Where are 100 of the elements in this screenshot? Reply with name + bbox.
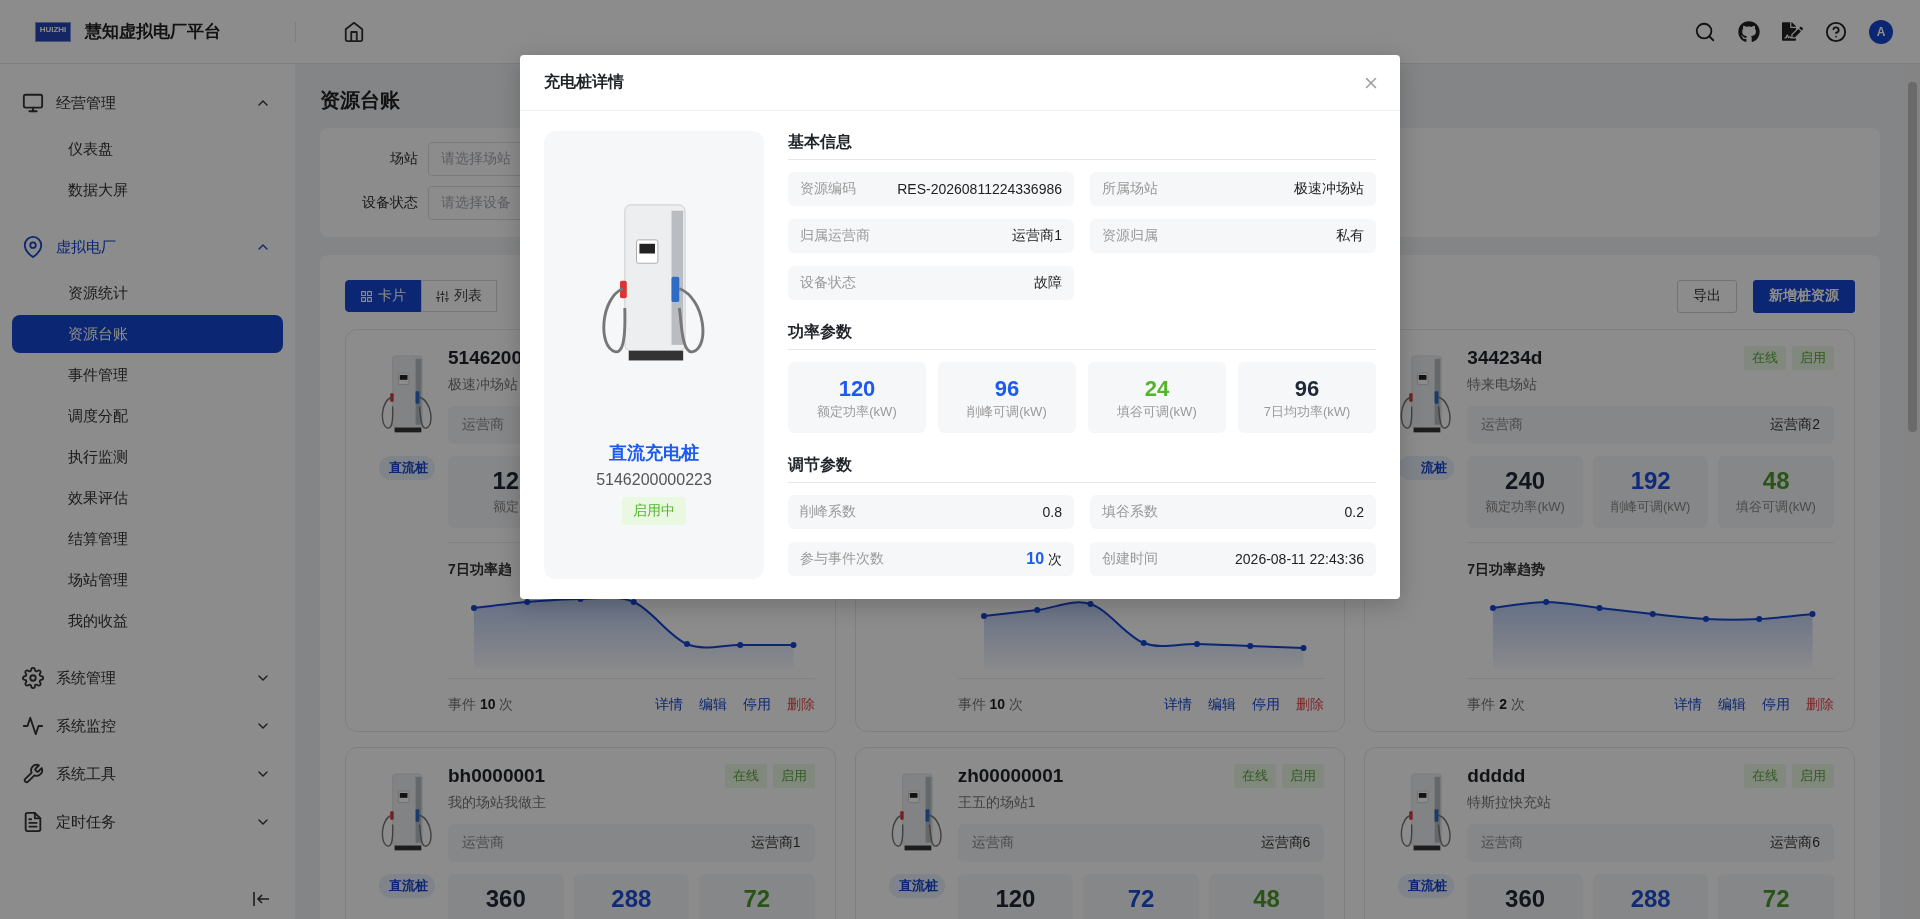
- info-label: 参与事件次数: [800, 550, 884, 568]
- stat-value: 72: [743, 884, 771, 914]
- action-link[interactable]: 详情: [1164, 696, 1193, 714]
- action-link[interactable]: 删除: [786, 696, 815, 714]
- stat-value: 72: [1762, 884, 1790, 914]
- sidebar-group[interactable]: 经营管理: [0, 79, 295, 127]
- collapse-sidebar-icon[interactable]: [251, 889, 271, 909]
- operator-label: 运营商: [462, 834, 504, 852]
- stat-value: 96: [994, 374, 1020, 403]
- info-label: 创建时间: [1102, 550, 1158, 568]
- activity-icon: [22, 715, 44, 737]
- stat-value: 12: [492, 466, 520, 496]
- operator-value: 运营商1: [750, 834, 801, 852]
- action-link[interactable]: 详情: [1674, 696, 1702, 714]
- sidebar-item[interactable]: 数据大屏: [12, 171, 283, 209]
- sidebar-item[interactable]: 执行监测: [12, 438, 283, 476]
- user-avatar[interactable]: A: [1869, 19, 1893, 44]
- station-name: 特来电场站: [1467, 375, 1539, 394]
- stat-value: 72: [1127, 884, 1155, 914]
- sliders-icon: [436, 289, 449, 303]
- sidebar-item[interactable]: 调度分配: [12, 397, 283, 435]
- action-link[interactable]: 停用: [742, 696, 771, 714]
- sidebar-item[interactable]: 资源台账: [12, 315, 283, 353]
- operator-label: 运营商: [462, 416, 504, 434]
- stat-value: 48: [1762, 466, 1790, 496]
- info-value: 运营商1: [1012, 227, 1062, 245]
- stat-label: 削峰可调(kW): [967, 402, 1047, 421]
- card-title: bh0000001: [448, 765, 546, 787]
- map-pin-icon: [22, 236, 44, 258]
- info-label: 资源编码: [800, 180, 856, 198]
- chart-title: 7日功率趋: [448, 560, 513, 579]
- action-link[interactable]: 编辑: [1208, 696, 1237, 714]
- home-icon[interactable]: [343, 20, 365, 43]
- stat-value: 240: [1505, 466, 1546, 496]
- app-title: 慧知虚拟电厂平台: [85, 21, 221, 43]
- action-link[interactable]: 详情: [654, 696, 683, 714]
- info-label: 所属场站: [1102, 180, 1158, 198]
- device-name: 直流充电桩: [609, 442, 699, 465]
- action-link[interactable]: 删除: [1806, 696, 1834, 714]
- card-title: ddddd: [1467, 765, 1526, 787]
- stat-label: 7日均功率(kW): [1263, 402, 1351, 421]
- action-link[interactable]: 编辑: [698, 696, 727, 714]
- sidebar-item[interactable]: 场站管理: [12, 561, 283, 599]
- operator-label: 运营商: [971, 834, 1014, 852]
- sidebar-group[interactable]: 定时任务: [0, 798, 295, 846]
- chart-title: 7日功率趋势: [1467, 560, 1547, 579]
- export-button[interactable]: 导出: [1677, 279, 1737, 313]
- stat-value: 288: [611, 884, 652, 914]
- view-toggle-button[interactable]: 卡片: [345, 280, 421, 312]
- sidebar-item[interactable]: 资源统计: [12, 274, 283, 312]
- status-tag: 在线: [1744, 764, 1786, 788]
- stat-value: 288: [1630, 884, 1671, 914]
- stat-label: 填谷可调(kW): [1117, 402, 1197, 421]
- sidebar-group[interactable]: 系统监控: [0, 702, 295, 750]
- operator-label: 运营商: [1481, 416, 1524, 434]
- operator-value: 运营商2: [1770, 416, 1820, 434]
- info-value: 故障: [1034, 274, 1062, 292]
- sidebar-group[interactable]: 虚拟电厂: [0, 223, 295, 271]
- wrench-icon: [22, 763, 44, 785]
- status-tag: 在线: [724, 764, 767, 788]
- github-icon[interactable]: [1738, 20, 1760, 43]
- section-title: 功率参数: [788, 321, 1376, 350]
- sidebar-item[interactable]: 仪表盘: [12, 130, 283, 168]
- search-icon[interactable]: [1694, 20, 1716, 43]
- sidebar-item[interactable]: 我的收益: [12, 602, 283, 640]
- add-button[interactable]: 新增桩资源: [1753, 279, 1855, 313]
- stat-value: 48: [1253, 884, 1280, 914]
- status-tag: 启用: [1792, 764, 1834, 788]
- type-badge: 直流桩: [379, 874, 435, 898]
- action-link[interactable]: 编辑: [1718, 696, 1746, 714]
- type-badge: 直流桩: [1398, 874, 1455, 898]
- stat-value: 120: [995, 884, 1036, 914]
- info-value: 0.8: [1042, 504, 1062, 520]
- help-icon[interactable]: [1825, 20, 1847, 43]
- document-edit-icon[interactable]: [1782, 21, 1803, 42]
- view-toggle-button[interactable]: 列表: [421, 280, 497, 312]
- stat-value: 24: [1144, 374, 1170, 403]
- sidebar-item[interactable]: 结算管理: [12, 520, 283, 558]
- station-name: 极速冲场站: [448, 375, 519, 394]
- station-name: 王五的场站1: [957, 793, 1037, 812]
- card-title: 5146200: [448, 347, 522, 369]
- operator-value: 运营商6: [1770, 834, 1820, 852]
- sidebar-group[interactable]: 系统工具: [0, 750, 295, 798]
- sidebar-group[interactable]: 系统管理: [0, 654, 295, 702]
- info-value: 私有: [1336, 227, 1364, 245]
- action-link[interactable]: 删除: [1296, 696, 1325, 714]
- sidebar-item[interactable]: 事件管理: [12, 356, 283, 394]
- stat-value: 192: [1630, 466, 1671, 496]
- section-title: 调节参数: [788, 454, 1376, 483]
- device-code: 5146200000223: [596, 470, 712, 490]
- info-value: 10 次: [1026, 549, 1062, 569]
- card-title: zh00000001: [957, 765, 1064, 787]
- info-label: 削峰系数: [800, 503, 856, 521]
- sidebar-item[interactable]: 效果评估: [12, 479, 283, 517]
- action-link[interactable]: 停用: [1252, 696, 1281, 714]
- station-name: 我的场站我做主: [448, 793, 547, 812]
- status-tag: 启用: [772, 764, 815, 788]
- action-link[interactable]: 停用: [1762, 696, 1790, 714]
- card-title: 344234d: [1467, 347, 1543, 369]
- operator-value: 运营商6: [1260, 834, 1311, 852]
